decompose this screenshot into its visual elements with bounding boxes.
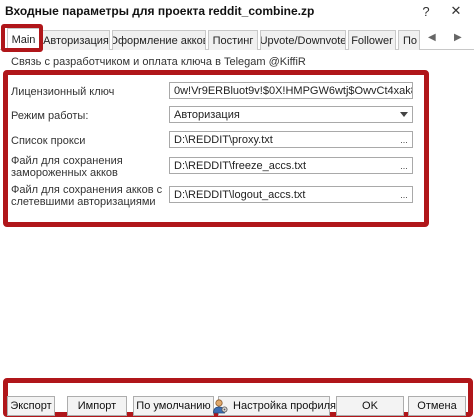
chevron-down-icon[interactable] [396, 107, 412, 122]
license-key-input[interactable]: 0w!Vr9ERBluot9v!$0X!HMPGW6wtj$OwvCt4xak8… [169, 82, 413, 99]
freeze-browse-button[interactable]: ... [396, 158, 412, 173]
logout-file-value: D:\REDDIT\logout_accs.txt [174, 188, 306, 201]
profile-settings-label: Настройка профиля [233, 400, 336, 412]
tab-authorization[interactable]: Авторизация [42, 30, 110, 50]
proxy-list-input[interactable]: D:\REDDIT\proxy.txt ... [169, 131, 413, 148]
help-icon[interactable]: ? [416, 2, 436, 20]
tab-posting[interactable]: Постинг [208, 30, 258, 50]
user-profile-icon [212, 398, 228, 414]
tab-account-design[interactable]: Оформление акков [112, 30, 206, 50]
proxy-list-label: Список прокси [11, 135, 86, 147]
proxy-list-value: D:\REDDIT\proxy.txt [174, 133, 273, 146]
logout-browse-button[interactable]: ... [396, 187, 412, 202]
license-key-value: 0w!Vr9ERBluot9v!$0X!HMPGW6wtj$OwvCt4xak8… [174, 84, 412, 97]
defaults-button[interactable]: По умолчанию [133, 396, 214, 416]
title-bar: Входные параметры для проекта reddit_com… [0, 0, 474, 22]
license-key-label: Лицензионный ключ [11, 86, 115, 98]
export-button[interactable]: Экспорт [7, 396, 55, 416]
work-mode-label: Режим работы: [11, 110, 89, 122]
freeze-file-value: D:\REDDIT\freeze_accs.txt [174, 159, 307, 172]
contact-text: Связь с разработчиком и оплата ключа в T… [11, 56, 306, 68]
import-button[interactable]: Импорт [67, 396, 127, 416]
tab-follower[interactable]: Follower [348, 30, 396, 50]
ok-button[interactable]: OK [336, 396, 404, 416]
tab-bar: Main Авторизация Оформление акков Постин… [0, 26, 474, 51]
freeze-file-input[interactable]: D:\REDDIT\freeze_accs.txt ... [169, 157, 413, 174]
window-title: Входные параметры для проекта reddit_com… [5, 4, 315, 18]
logout-file-input[interactable]: D:\REDDIT\logout_accs.txt ... [169, 186, 413, 203]
cancel-button[interactable]: Отмена [408, 396, 466, 416]
work-mode-select[interactable]: Авторизация [169, 106, 413, 123]
tab-upvote-downvote[interactable]: Upvote/Downvote [260, 30, 346, 50]
profile-settings-button[interactable]: Настройка профиля [213, 396, 336, 416]
tab-scroll-right-icon[interactable]: ▶ [454, 32, 462, 43]
freeze-file-label: Файл для сохранения замороженных акков [11, 155, 123, 179]
proxy-browse-button[interactable]: ... [396, 132, 412, 147]
tab-more[interactable]: По [398, 30, 420, 50]
logout-file-label: Файл для сохранения акков с слетевшими а… [11, 184, 163, 208]
tab-scroll-left-icon[interactable]: ◀ [428, 32, 436, 43]
work-mode-value: Авторизация [174, 108, 240, 121]
highlight-main-tab [1, 24, 43, 52]
close-icon[interactable]: ✕ [446, 2, 466, 20]
